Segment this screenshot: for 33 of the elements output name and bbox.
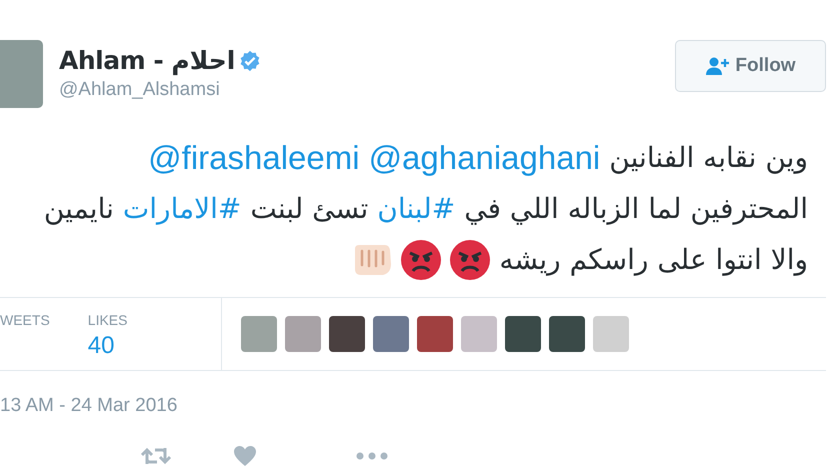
liker-avatar-placeholder[interactable] — [241, 316, 277, 352]
mention-link[interactable]: @firashaleemi — [148, 138, 360, 176]
tweet-text: وين نقابه الفنانين — [609, 141, 808, 174]
tweet-timestamp: 13 AM - 24 Mar 2016 — [0, 395, 178, 417]
heart-icon[interactable] — [233, 445, 257, 467]
add-person-icon — [705, 56, 730, 76]
stat-label[interactable]: LIKES — [88, 312, 128, 328]
hashtag-link[interactable]: #الامارات — [122, 192, 242, 225]
tweet-text: والا انتوا على راسكم ريشه — [499, 243, 808, 276]
author-handle[interactable]: @Ahlam_Alshamsi — [59, 79, 675, 101]
liker-avatar-placeholder[interactable] — [461, 316, 497, 352]
angry-face-icon — [450, 240, 490, 280]
liker-avatar-placeholder[interactable] — [417, 316, 453, 352]
stat-label[interactable]: WEETS — [0, 312, 50, 328]
liker-avatar-placeholder[interactable] — [373, 316, 409, 352]
mention-link[interactable]: @aghaniaghani — [368, 138, 600, 176]
liker-avatar-placeholder[interactable] — [549, 316, 585, 352]
follow-button[interactable]: Follow — [675, 40, 826, 92]
retweet-icon[interactable] — [141, 446, 171, 466]
angry-face-icon — [401, 240, 442, 280]
author-name[interactable]: Ahlam - احلام — [59, 46, 236, 75]
tweet-text: المحترفين لما الزباله اللي في — [464, 192, 808, 225]
liker-avatar-placeholder[interactable] — [593, 316, 629, 352]
stat-count[interactable]: 40 — [88, 332, 128, 360]
liker-avatar-placeholder[interactable] — [285, 316, 321, 352]
hashtag-link[interactable]: #لبنان — [377, 192, 456, 225]
avatar-photo-placeholder[interactable] — [0, 40, 43, 108]
liker-avatar-placeholder[interactable] — [505, 316, 541, 352]
liker-avatar-placeholder[interactable] — [329, 316, 365, 352]
fist-icon — [352, 242, 392, 276]
tweet-text: نايمين — [44, 192, 114, 225]
more-icon[interactable] — [356, 452, 388, 460]
tweet-text: تسئ لبنت — [250, 192, 368, 225]
